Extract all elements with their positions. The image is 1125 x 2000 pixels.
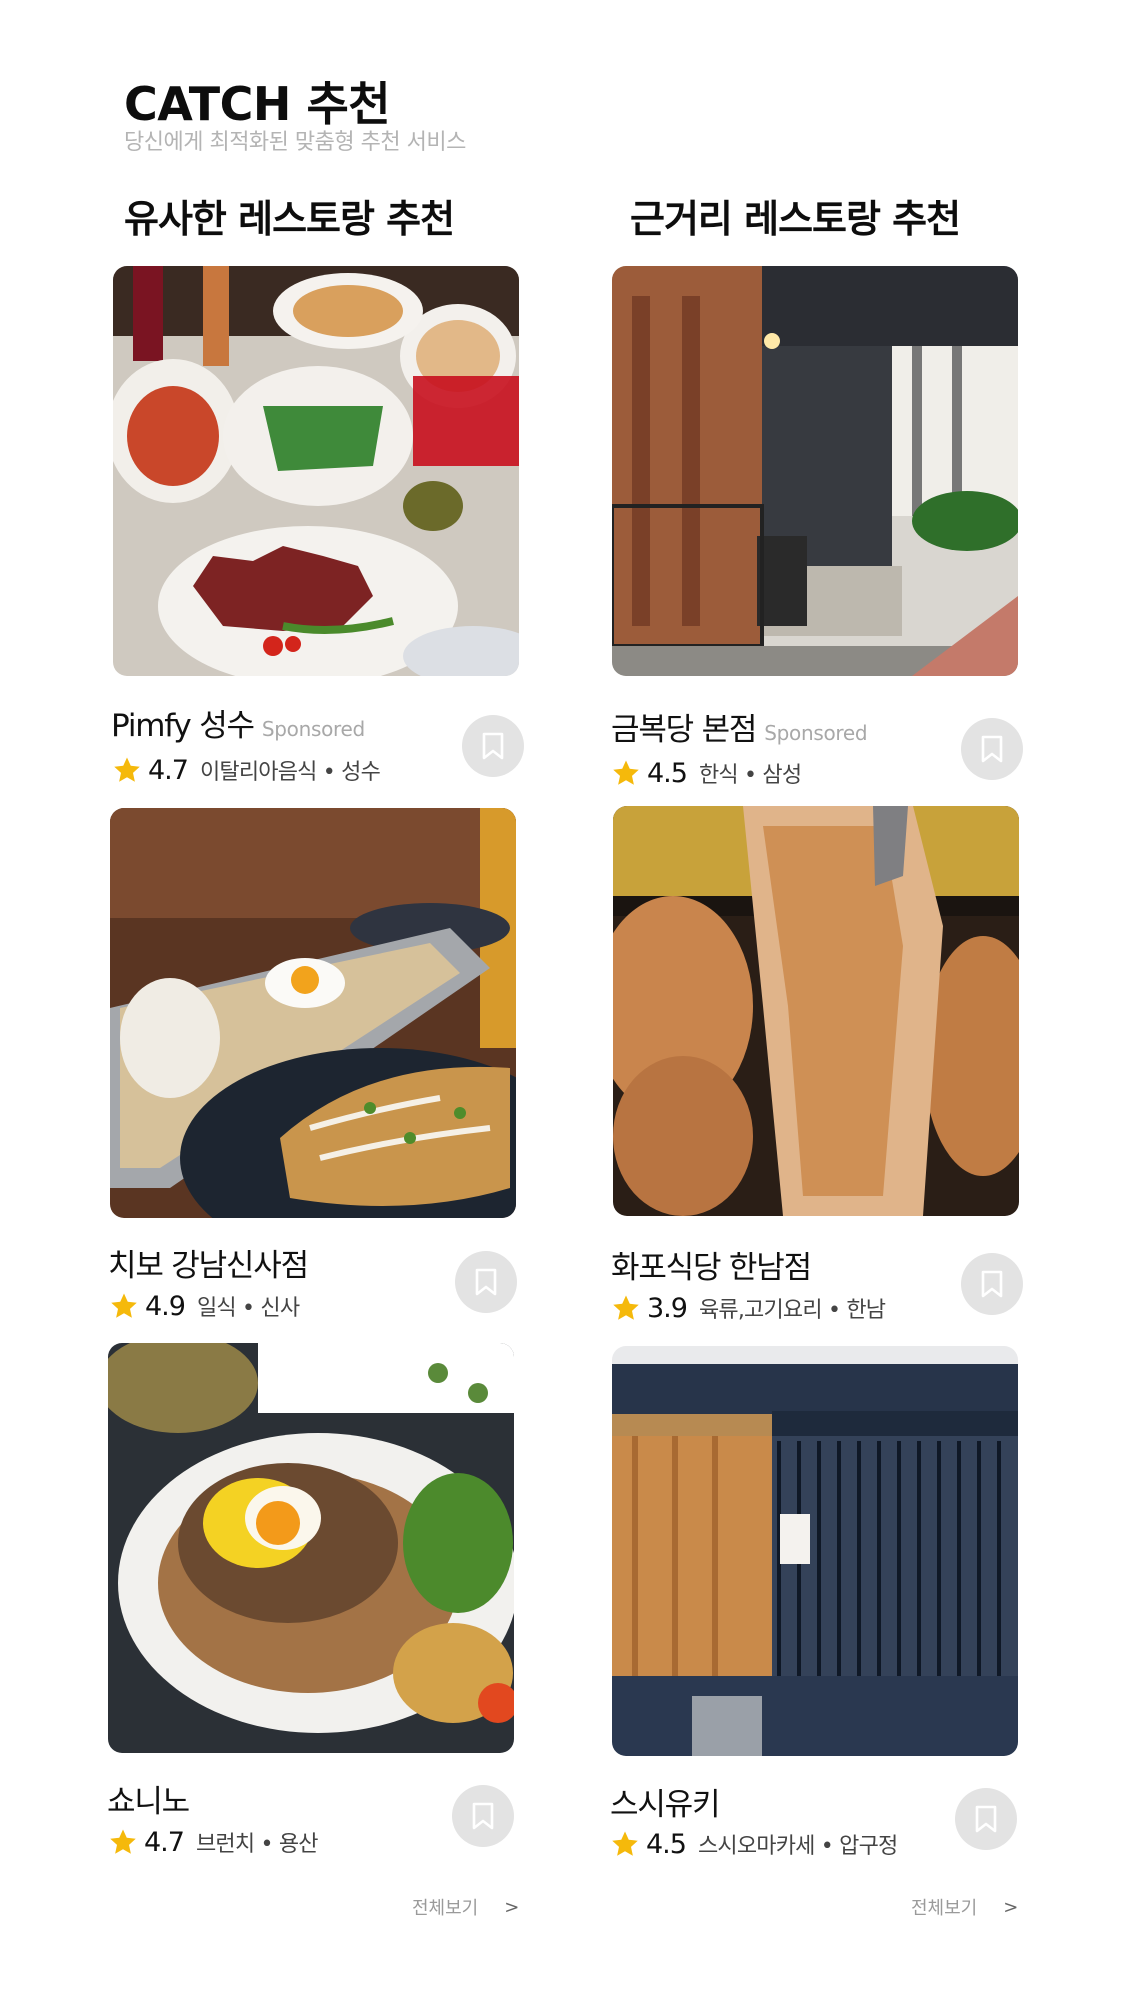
rating-score: 4.5 <box>647 757 688 789</box>
star-icon <box>613 1295 639 1320</box>
rating-row: 3.9 육류,고기요리 • 한남 <box>611 1292 886 1324</box>
section-title-nearby: 근거리 레스토랑 추천 <box>630 197 961 241</box>
bookmark-button[interactable] <box>955 1788 1017 1850</box>
restaurant-name-row[interactable]: 금복당 본점 Sponsored <box>611 704 868 749</box>
page-subtitle: 당신에게 최적화된 맞춤형 추천 서비스 <box>124 130 466 155</box>
bookmark-button[interactable] <box>462 715 524 777</box>
cuisine-location: 브런치 • 용산 <box>195 1832 319 1857</box>
star-icon <box>110 1829 136 1854</box>
view-all-link-nearby[interactable]: 전체보기 > <box>911 1894 1018 1920</box>
restaurant-name[interactable]: 치보 강남신사점 <box>108 1240 309 1285</box>
rating-score: 4.9 <box>145 1290 186 1322</box>
bookmark-icon <box>975 1805 997 1833</box>
restaurant-image[interactable] <box>613 806 1019 1216</box>
rating-score: 4.7 <box>144 1826 185 1858</box>
rating-row: 4.7 이탈리아음식 • 성수 <box>112 754 381 786</box>
view-all-label: 전체보기 <box>412 1898 479 1919</box>
restaurant-image[interactable] <box>612 1346 1018 1756</box>
restaurant-name-row[interactable]: 쇼니노 <box>107 1776 190 1821</box>
star-icon <box>613 760 639 785</box>
restaurant-name-row[interactable]: 치보 강남신사점 <box>108 1240 309 1285</box>
restaurant-name[interactable]: 스시유키 <box>610 1779 720 1824</box>
rating-score: 4.7 <box>148 754 189 786</box>
restaurant-name-row[interactable]: 스시유키 <box>610 1779 720 1824</box>
bookmark-icon <box>981 735 1003 763</box>
restaurant-image[interactable] <box>108 1343 514 1753</box>
rating-score: 3.9 <box>647 1292 688 1324</box>
cuisine-location: 스시오마카세 • 압구정 <box>697 1834 898 1859</box>
chevron-right-icon: > <box>1003 1896 1019 1918</box>
chevron-right-icon: > <box>504 1896 520 1918</box>
bookmark-button[interactable] <box>961 718 1023 780</box>
star-icon <box>612 1831 638 1856</box>
rating-row: 4.5 한식 • 삼성 <box>611 757 802 789</box>
rating-row: 4.7 브런치 • 용산 <box>108 1826 319 1858</box>
restaurant-name-row[interactable]: Pimfy 성수 Sponsored <box>111 700 365 745</box>
cuisine-location: 육류,고기요리 • 한남 <box>698 1298 886 1323</box>
restaurant-name[interactable]: 금복당 본점 <box>611 704 757 749</box>
star-icon <box>111 1293 137 1318</box>
bookmark-button[interactable] <box>452 1785 514 1847</box>
cuisine-location: 일식 • 신사 <box>196 1296 300 1321</box>
restaurant-name[interactable]: 쇼니노 <box>107 1776 190 1821</box>
restaurant-image[interactable] <box>110 808 516 1218</box>
rating-row: 4.9 일식 • 신사 <box>109 1290 300 1322</box>
restaurant-name[interactable]: 화포식당 한남점 <box>611 1242 812 1287</box>
restaurant-image[interactable] <box>612 266 1018 676</box>
rating-score: 4.5 <box>646 1828 687 1860</box>
bookmark-icon <box>981 1270 1003 1298</box>
restaurant-name[interactable]: Pimfy 성수 <box>111 700 255 745</box>
cuisine-location: 이탈리아음식 • 성수 <box>199 760 381 785</box>
star-icon <box>114 757 140 782</box>
bookmark-button[interactable] <box>455 1251 517 1313</box>
bookmark-icon <box>472 1802 494 1830</box>
sponsored-label: Sponsored <box>764 721 868 745</box>
bookmark-icon <box>475 1268 497 1296</box>
bookmark-button[interactable] <box>961 1253 1023 1315</box>
section-title-similar: 유사한 레스토랑 추천 <box>124 197 455 241</box>
restaurant-image[interactable] <box>113 266 519 676</box>
view-all-label: 전체보기 <box>911 1898 978 1919</box>
bookmark-icon <box>482 732 504 760</box>
rating-row: 4.5 스시오마카세 • 압구정 <box>610 1828 898 1860</box>
restaurant-name-row[interactable]: 화포식당 한남점 <box>611 1242 812 1287</box>
sponsored-label: Sponsored <box>261 717 365 741</box>
cuisine-location: 한식 • 삼성 <box>698 763 802 788</box>
view-all-link-similar[interactable]: 전체보기 > <box>412 1894 519 1920</box>
